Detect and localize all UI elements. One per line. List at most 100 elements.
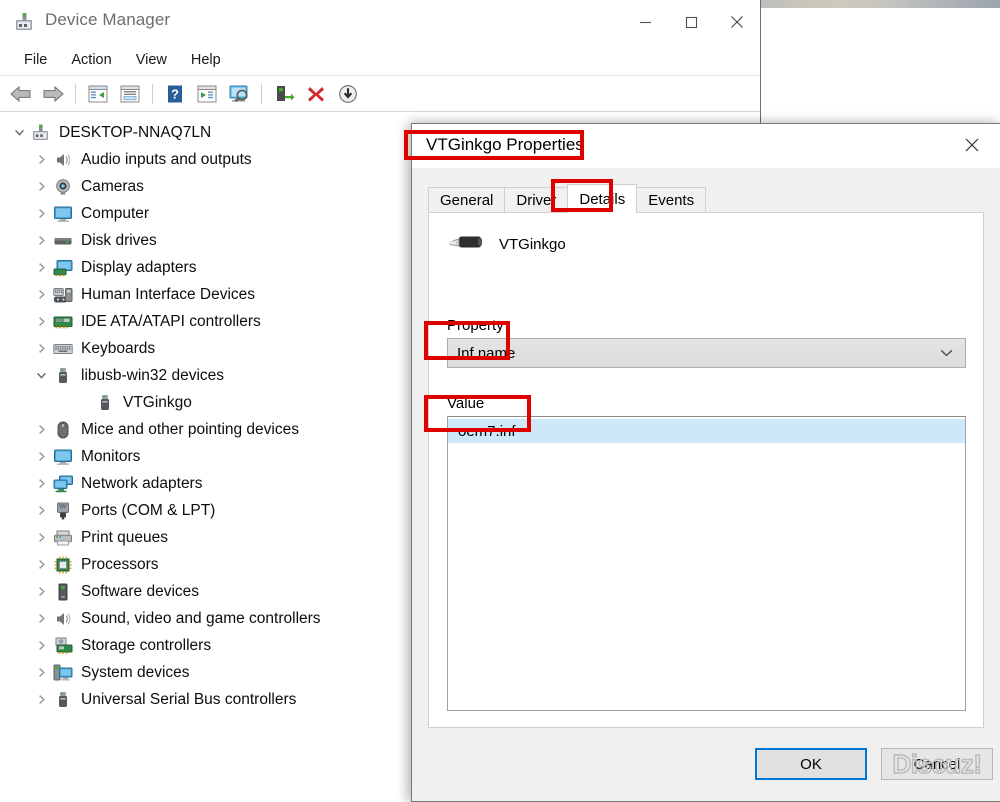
menu-bar: File Action View Help — [0, 44, 760, 76]
mouse-icon — [52, 420, 74, 440]
cancel-button[interactable]: Cancel — [881, 748, 993, 780]
hid-icon — [52, 285, 74, 305]
help-button[interactable]: ? — [160, 80, 190, 108]
value-list-item[interactable]: oem7.inf — [448, 419, 965, 443]
printer-icon — [52, 528, 74, 548]
software-device-icon — [52, 582, 74, 602]
tree-item-label: Disk drives — [81, 231, 157, 249]
usb-icon — [94, 393, 116, 413]
monitor-icon — [52, 204, 74, 224]
toolbar-separator — [152, 83, 153, 104]
chevron-right-icon[interactable] — [30, 581, 52, 603]
tree-item-label: Sound, video and game controllers — [81, 609, 321, 627]
tree-item-label: Audio inputs and outputs — [81, 150, 252, 168]
device-name: VTGinkgo — [499, 236, 566, 253]
property-dropdown[interactable]: Inf name — [447, 338, 966, 368]
chevron-right-icon[interactable] — [30, 176, 52, 198]
tree-item-label: Software devices — [81, 582, 200, 600]
chevron-right-icon[interactable] — [30, 230, 52, 252]
desktop-background-panel — [760, 8, 1000, 124]
chevron-right-icon[interactable] — [30, 662, 52, 684]
chevron-right-icon[interactable] — [30, 338, 52, 360]
update-driver-button[interactable] — [115, 80, 145, 108]
chevron-right-icon[interactable] — [30, 473, 52, 495]
port-icon — [52, 501, 74, 521]
menu-file[interactable]: File — [12, 49, 59, 71]
tree-item-label: Universal Serial Bus controllers — [81, 690, 297, 708]
back-button[interactable] — [6, 80, 36, 108]
tree-item-label: IDE ATA/ATAPI controllers — [81, 312, 261, 330]
value-label: Value — [447, 395, 485, 412]
window-buttons — [622, 0, 760, 44]
dialog-close-button[interactable] — [950, 128, 994, 162]
scan-hardware-button[interactable] — [192, 80, 222, 108]
device-manager-titlebar: Device Manager — [0, 0, 760, 44]
tree-item-label: VTGinkgo — [123, 393, 192, 411]
chevron-right-icon[interactable] — [30, 284, 52, 306]
chevron-right-icon[interactable] — [30, 203, 52, 225]
maximize-button[interactable] — [668, 0, 714, 44]
tree-item-label: Storage controllers — [81, 636, 212, 654]
dialog-footer: OK Cancel Discuz! — [412, 728, 1000, 801]
chevron-right-icon[interactable] — [30, 311, 52, 333]
processor-icon — [52, 555, 74, 575]
storage-controller-icon — [52, 636, 74, 656]
menu-help[interactable]: Help — [179, 49, 233, 71]
usb-plug-icon — [445, 229, 485, 260]
speaker-icon — [52, 150, 74, 170]
tab-events[interactable]: Events — [636, 187, 707, 213]
tree-item-label: libusb-win32 devices — [81, 366, 225, 384]
ok-button[interactable]: OK — [755, 748, 867, 780]
forward-button[interactable] — [38, 80, 68, 108]
close-button[interactable] — [714, 0, 760, 44]
chevron-down-icon[interactable] — [8, 122, 30, 144]
ide-controller-icon — [52, 312, 74, 332]
dialog-title: VTGinkgo Properties — [426, 135, 584, 154]
properties-button[interactable] — [83, 80, 113, 108]
enable-device-button[interactable] — [269, 80, 299, 108]
chevron-right-icon[interactable] — [30, 689, 52, 711]
usb-icon — [52, 690, 74, 710]
tab-driver[interactable]: Driver — [504, 187, 569, 213]
vtginkgo-properties-dialog: VTGinkgo Properties General Driver Detai… — [411, 123, 1000, 802]
screen: Device Manager File Action View Help ? D… — [0, 0, 1000, 802]
menu-action[interactable]: Action — [59, 49, 123, 71]
tab-details[interactable]: Details — [567, 184, 638, 213]
chevron-right-icon[interactable] — [30, 149, 52, 171]
svg-text:?: ? — [171, 86, 179, 101]
device-manager-title: Device Manager — [45, 10, 171, 29]
tree-item-label: Monitors — [81, 447, 141, 465]
chevron-right-icon[interactable] — [30, 446, 52, 468]
property-selected-value: Inf name — [457, 344, 516, 362]
chevron-right-icon[interactable] — [30, 419, 52, 441]
value-listbox[interactable]: oem7.inf — [447, 416, 966, 711]
add-legacy-hardware-button[interactable] — [333, 80, 363, 108]
chevron-right-icon[interactable] — [30, 257, 52, 279]
minimize-button[interactable] — [622, 0, 668, 44]
tree-item-label: Keyboards — [81, 339, 156, 357]
toolbar-separator — [261, 83, 262, 104]
uninstall-device-button[interactable] — [301, 80, 331, 108]
chevron-right-icon[interactable] — [30, 608, 52, 630]
chevron-right-icon[interactable] — [30, 635, 52, 657]
toolbar-separator — [75, 83, 76, 104]
display-adapter-icon — [52, 258, 74, 278]
tree-item-label: Processors — [81, 555, 159, 573]
scan-computer-button[interactable] — [224, 80, 254, 108]
tree-item-label: System devices — [81, 663, 190, 681]
chevron-down-icon[interactable] — [30, 365, 52, 387]
device-header: VTGinkgo — [445, 229, 566, 260]
chevron-right-icon[interactable] — [30, 554, 52, 576]
menu-view[interactable]: View — [124, 49, 179, 71]
tree-item-label: Mice and other pointing devices — [81, 420, 299, 438]
keyboard-icon — [52, 339, 74, 359]
property-label: Property — [447, 317, 504, 334]
toolbar: ? — [0, 76, 760, 112]
tab-general[interactable]: General — [428, 187, 506, 213]
chevron-down-icon — [940, 344, 953, 362]
network-adapter-icon — [52, 474, 74, 494]
chevron-right-icon[interactable] — [30, 500, 52, 522]
tree-item-label: Ports (COM & LPT) — [81, 501, 216, 519]
chevron-right-icon[interactable] — [30, 527, 52, 549]
